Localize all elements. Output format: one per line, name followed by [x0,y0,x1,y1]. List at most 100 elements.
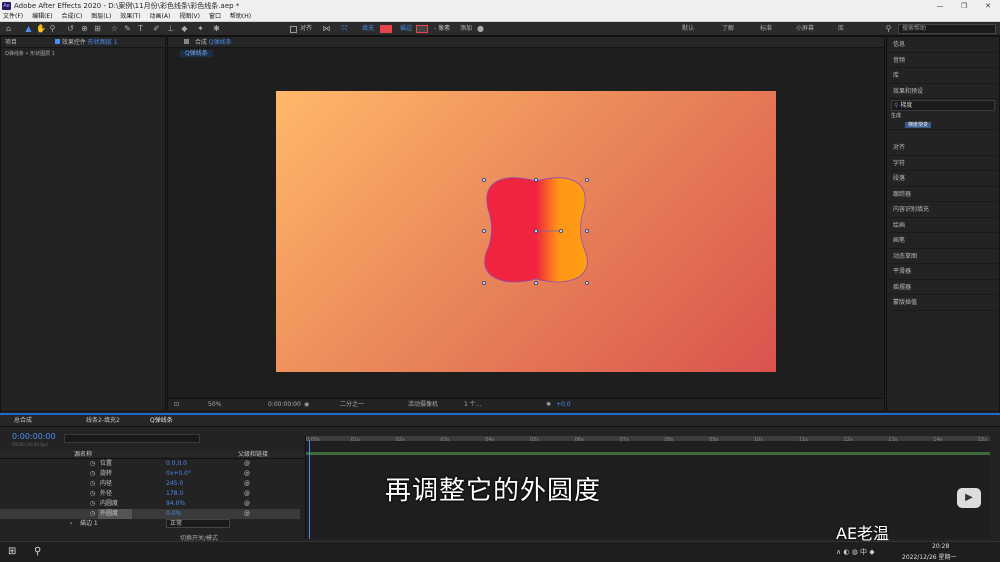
workspace-learn[interactable]: 了解 [722,22,734,36]
panel-mask-interpolation[interactable]: 蒙版插值 [887,295,999,311]
bbox-handle-br[interactable] [585,281,589,285]
panel-paint[interactable]: 绘画 [887,218,999,233]
effects-presets-title[interactable]: 效果和预设 [887,84,999,99]
tab-composition-label[interactable]: 合成 [195,39,207,46]
bbox-handle-tc[interactable] [534,178,538,182]
panel-tracker[interactable]: 跟踪器 [887,187,999,202]
tab-line2-fill2[interactable]: 线条2-填充2 [86,415,120,427]
shape-tool-icon[interactable]: ☆ [110,24,119,34]
property-row-inner-radius[interactable]: ◷ 内径 245.0 @ [0,479,300,489]
pickwhip-icon[interactable]: @ [244,469,250,479]
add-label[interactable]: 添加 [460,22,472,36]
clone-stamp-tool-icon[interactable]: ⊥ [166,24,175,34]
panel-align[interactable]: 对齐 [887,140,999,156]
workspace-small-screen[interactable]: 小屏幕 [796,22,814,36]
expand-arrow-icon[interactable]: › [70,519,72,529]
composition-canvas[interactable] [276,91,776,372]
playhead[interactable] [309,440,310,539]
property-row-outer-roundness[interactable]: ◷ 外圆度 0.0% @ [0,509,300,519]
hand-tool-icon[interactable]: ✋ [36,24,46,34]
clock-date[interactable]: 2022/12/26 星期一 [902,552,957,561]
stroke-color-swatch[interactable] [416,25,428,33]
tray-icons[interactable]: ∧ ◐ ◍ 中 ◆ [836,547,875,557]
panel-content-aware-fill[interactable]: 内容识别填充 [887,202,999,218]
bbox-handle-tl[interactable] [482,178,486,182]
layer-search-input[interactable] [64,434,200,443]
camera-select[interactable]: 活动摄像机 [408,399,438,411]
bbox-handle-ml[interactable] [482,229,486,233]
eraser-tool-icon[interactable]: ◆ [180,24,189,34]
maximize-button[interactable]: ❐ [952,0,976,12]
type-tool-icon[interactable]: T [136,24,145,34]
minimize-button[interactable]: — [928,0,952,12]
stopwatch-icon[interactable]: ◷ [90,459,95,469]
panel-wiggler[interactable]: 摇摆器 [887,280,999,295]
tab-effects-controls[interactable]: 效果控件 [62,39,86,46]
rotate-tool-icon[interactable]: ↺ [66,24,75,34]
stopwatch-icon[interactable]: ◷ [90,469,95,479]
close-button[interactable]: ✕ [976,0,1000,12]
stopwatch-icon[interactable]: ◷ [90,489,95,499]
roto-brush-tool-icon[interactable]: ✦ [196,24,205,34]
panel-info[interactable]: 信息 [887,37,999,53]
menu-animation[interactable]: 动画(A) [150,13,171,20]
menu-window[interactable]: 窗口 [209,13,221,20]
effects-category[interactable]: 生成 [887,112,999,120]
stroke-label[interactable]: 描边 [400,22,412,36]
stopwatch-icon[interactable]: ◷ [90,479,95,489]
effects-result-gradient-ramp[interactable]: 梯度渐变 [905,122,932,128]
views-select[interactable]: 1 个... [464,399,481,411]
panel-audio[interactable]: 音频 [887,53,999,68]
panel-motion-sketch[interactable]: 动态草图 [887,249,999,264]
exposure-icon[interactable]: ✺ [546,399,551,411]
fill-label[interactable]: 填充 [362,22,374,36]
property-row-rotation[interactable]: ◷ 旋转 0x+0.0° @ [0,469,300,479]
stopwatch-icon[interactable]: ◷ [90,509,95,519]
panel-paragraph[interactable]: 段落 [887,171,999,187]
tab-master-comp[interactable]: 总合成 [14,415,32,427]
snapshot-icon[interactable]: ◉ [304,399,309,411]
zoom-tool-icon[interactable]: ⚲ [48,24,57,34]
zoom-select[interactable]: 50% [208,399,221,411]
column-parent[interactable]: 父级和链接 [238,450,268,459]
panel-library[interactable]: 库 [887,68,999,84]
timecode-display[interactable]: 0:00:00:00 [268,399,301,411]
property-row-stroke[interactable]: › 描边 1 正常 [0,519,300,529]
property-row-inner-roundness[interactable]: ◷ 内圆度 94.0% @ [0,499,300,509]
snap-options-icon[interactable]: ⤧ [340,24,349,34]
home-icon[interactable]: ⌂ [4,24,13,34]
layer-duration-bar[interactable] [306,452,990,455]
stopwatch-icon[interactable]: ◷ [90,499,95,509]
align-checkbox[interactable] [290,26,297,33]
menu-file[interactable]: 文件(F) [3,13,23,20]
bbox-handle-mr[interactable] [585,229,589,233]
column-source-name[interactable]: 源名称 [74,450,92,459]
panel-character[interactable]: 字符 [887,156,999,171]
tab-composition-name[interactable]: Q弹线条 [209,39,232,46]
snap-icon[interactable]: ⋈ [322,24,331,34]
pickwhip-icon[interactable]: @ [244,459,250,469]
property-row-outer-radius[interactable]: ◷ 外径 178.0 @ [0,489,300,499]
pickwhip-icon[interactable]: @ [244,509,250,519]
exposure-value[interactable]: +0.0 [556,399,571,411]
position-handle[interactable] [559,229,563,233]
pen-tool-icon[interactable]: ✎ [123,24,132,34]
property-row-position[interactable]: ◷ 位置 0.0,0.0 @ [0,459,300,469]
menu-composition[interactable]: 合成(C) [61,13,82,20]
menu-help[interactable]: 帮助(H) [230,13,251,20]
resolution-select[interactable]: 二分之一 [340,399,364,411]
stroke-width[interactable]: - 像素 [434,22,450,36]
pan-behind-tool-icon[interactable]: ⊞ [93,24,102,34]
anchor-point-handle[interactable] [534,229,538,233]
tab-q-lines[interactable]: Q弹线条 [150,415,173,427]
search-icon[interactable]: ⚲ [34,546,41,557]
menu-view[interactable]: 视图(V) [179,13,200,20]
pickwhip-icon[interactable]: @ [244,499,250,509]
bbox-handle-tr[interactable] [585,178,589,182]
effects-result-row[interactable]: 梯度渐变 [887,120,999,130]
current-time-display[interactable]: 0:00:00:00 [12,432,56,441]
pickwhip-icon[interactable]: @ [244,479,250,489]
shape-layer-preview[interactable] [276,91,776,372]
tab-project[interactable]: 项目 [5,39,17,46]
menu-edit[interactable]: 编辑(E) [32,13,52,20]
